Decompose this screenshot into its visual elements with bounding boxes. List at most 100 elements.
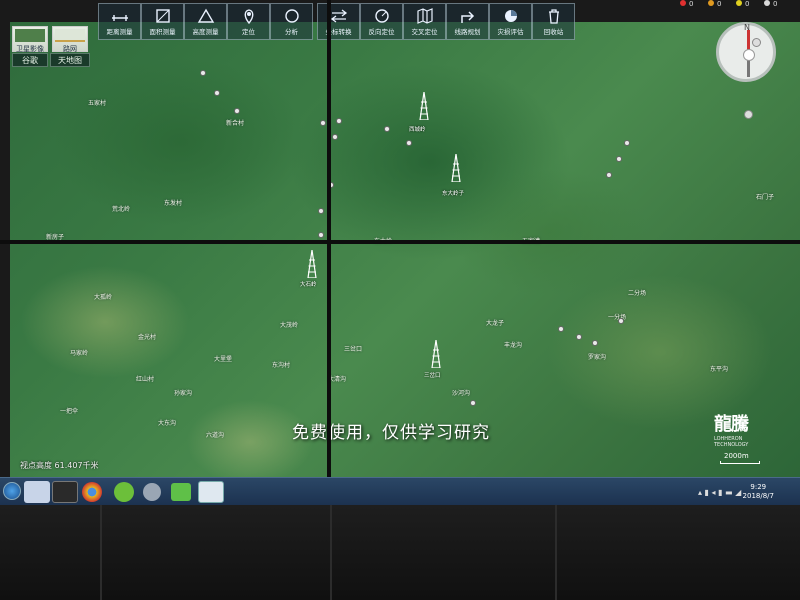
clock-date: 2018/8/7: [742, 492, 774, 500]
place-label: 马家岭: [70, 350, 89, 357]
tool-label: 距离测量: [106, 28, 133, 36]
place-label: 红山村: [136, 376, 155, 383]
tool-label: 分析: [285, 28, 298, 36]
road-network-thumbnail: [55, 29, 85, 42]
place-label: 六道沟: [206, 432, 225, 439]
route-arrow-icon: [461, 11, 475, 23]
tool-label: 面积测量: [149, 28, 176, 36]
road-marker-icon: [592, 340, 598, 346]
tool-label: 回收站: [543, 28, 564, 36]
place-label: 沙河沟: [452, 390, 471, 397]
arrows-swap-icon: [330, 9, 348, 23]
road-layer-tab[interactable]: 路网: [52, 26, 88, 53]
message-icon[interactable]: [171, 483, 191, 501]
tower-icon[interactable]: [450, 154, 462, 182]
tower-icon[interactable]: [418, 92, 430, 120]
tool-map-fold[interactable]: 交叉定位: [403, 3, 446, 40]
road-marker-icon: [200, 70, 206, 76]
place-label: 新合村: [226, 120, 245, 127]
tool-reverse-locate[interactable]: 反向定位: [360, 3, 403, 40]
status-dot-icon: [708, 0, 714, 6]
tianditu-layer-button[interactable]: 天地图: [50, 53, 90, 67]
place-label: 丰龙沟: [504, 342, 523, 349]
zoom-in-icon[interactable]: [752, 38, 761, 47]
satellite-thumbnail: [15, 29, 45, 42]
tool-trash[interactable]: 回收站: [532, 3, 575, 40]
tower-label: 大石岭: [300, 282, 317, 288]
road-marker-icon: [470, 400, 476, 406]
tool-location-pin[interactable]: 定位: [227, 3, 270, 40]
tool-label: 线路规划: [454, 28, 481, 36]
road-marker-icon: [406, 140, 412, 146]
satellite-layer-tab[interactable]: 卫星影像: [12, 26, 48, 53]
road-marker-icon: [624, 140, 630, 146]
satellite-layer-label: 卫星影像: [16, 45, 44, 53]
map-fold-icon: [417, 8, 433, 24]
zoom-out-icon[interactable]: [744, 110, 753, 119]
road-marker-icon: [332, 134, 338, 140]
tool-label: 定位: [242, 28, 255, 36]
start-orb-icon[interactable]: [3, 482, 21, 500]
status-dot-icon: [680, 0, 686, 6]
road-marker-icon: [606, 172, 612, 178]
place-label: 大东沟: [158, 420, 177, 427]
taskbar: ▴ ▮ ◂ ▮ ▬ ◢ 9:29 2018/8/7: [0, 477, 800, 505]
tool-label: 坐标转换: [325, 28, 352, 36]
road-marker-icon: [320, 120, 326, 126]
road-marker-icon: [336, 118, 342, 124]
ruler-icon: [112, 15, 128, 21]
wechat-icon[interactable]: [114, 482, 134, 502]
tool-height-measure[interactable]: 高度测量: [184, 3, 227, 40]
road-marker-icon: [234, 108, 240, 114]
status-dot-icon: [764, 0, 770, 6]
wall-bottom-bezel: [0, 505, 800, 600]
tool-label: 高度测量: [192, 28, 219, 36]
road-marker-icon: [558, 326, 564, 332]
tower-icon[interactable]: [306, 250, 318, 278]
road-layer-label: 路网: [63, 45, 77, 53]
viewpoint-altitude: 视点高度 61.407千米: [20, 461, 99, 470]
tool-ruler[interactable]: 距离测量: [98, 3, 141, 40]
panel-edge: [555, 505, 557, 600]
compass-icon[interactable]: N: [716, 22, 776, 82]
tool-route-arrow[interactable]: 线路规划: [446, 3, 489, 40]
disclaimer-caption: 免费使用，仅供学习研究: [292, 423, 490, 443]
place-label: 二分场: [628, 290, 647, 297]
tower-label: 西城岭: [409, 127, 426, 133]
reverse-locate-icon: [375, 9, 389, 23]
tower-label: 三岔口: [424, 373, 441, 379]
tool-pie-chart[interactable]: 灾损评估: [489, 3, 532, 40]
google-layer-button[interactable]: 谷歌: [12, 53, 48, 67]
tower-label: 东大岭子: [442, 191, 465, 197]
road-marker-icon: [618, 318, 624, 324]
bezel-seam: [0, 240, 800, 244]
place-label: 东沟村: [272, 362, 291, 369]
tool-circle-analysis[interactable]: 分析: [270, 3, 313, 40]
status-white: 0: [764, 0, 777, 8]
tool-area-measure[interactable]: 面积测量: [141, 3, 184, 40]
status-count: 0: [773, 0, 778, 8]
road-marker-icon: [318, 232, 324, 238]
status-orange: 0: [708, 0, 721, 8]
status-count: 0: [689, 0, 694, 8]
status-count: 0: [717, 0, 722, 8]
map-viewport[interactable]: 石门子东大岭五家漕一分场二分场大龙子丰龙沟罗家沟东平沟三岔口大清沟大孤岭新合村五…: [10, 22, 800, 477]
user-app-icon[interactable]: [24, 481, 50, 503]
taskbar-clock[interactable]: 9:29 2018/8/7: [743, 483, 774, 501]
logo-text: LOHHERON TECHNOLOGY: [714, 436, 749, 448]
terminal-icon[interactable]: [52, 481, 78, 503]
place-label: 一把伞: [60, 408, 79, 415]
place-label: 东发村: [164, 200, 183, 207]
place-label: 大茂岭: [280, 322, 299, 329]
circle-analysis-icon: [285, 9, 299, 23]
tower-icon[interactable]: [430, 340, 442, 368]
road-marker-icon: [616, 156, 622, 162]
chrome-icon[interactable]: [82, 482, 102, 502]
map-app-icon[interactable]: [198, 481, 224, 503]
network-app-icon[interactable]: [143, 483, 161, 501]
map-toolbar: 距离测量 面积测量 高度测量 定位 分析 坐标转换 反向定位 交叉定位 线路规划 灾损评估 回收站: [98, 3, 575, 40]
system-tray[interactable]: ▴ ▮ ◂ ▮ ▬ ◢: [698, 488, 741, 497]
road-marker-icon: [384, 126, 390, 132]
tool-arrows-swap[interactable]: 坐标转换: [317, 3, 360, 40]
place-label: 孙家沟: [174, 390, 193, 397]
